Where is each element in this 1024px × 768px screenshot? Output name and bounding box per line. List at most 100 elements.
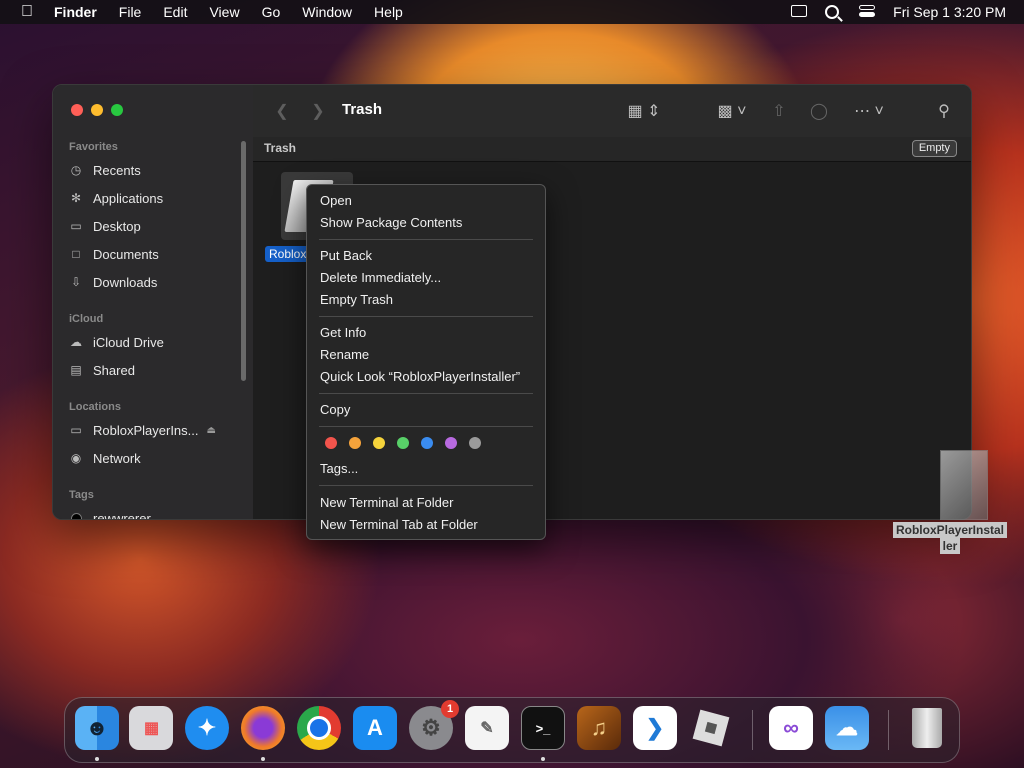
roblox-icon[interactable] xyxy=(689,706,733,750)
sidebar-item-disk-image[interactable]: ▭ RobloxPlayerIns... ⏏ xyxy=(69,419,216,441)
zoom-button[interactable] xyxy=(111,104,123,116)
trash-icon[interactable] xyxy=(905,706,949,750)
menu-item-copy[interactable]: Copy xyxy=(320,400,350,420)
tag-color-row xyxy=(325,437,481,449)
textedit-icon[interactable]: ✎ xyxy=(465,706,509,750)
desktop-icon: ▭ xyxy=(70,219,82,233)
sidebar-section-icloud: iCloud xyxy=(69,313,104,325)
app-store-icon[interactable]: A xyxy=(353,706,397,750)
tag-gray-dot[interactable] xyxy=(469,437,481,449)
tag-icon[interactable]: ◯ xyxy=(809,100,829,122)
menu-item-new-terminal-tab[interactable]: New Terminal Tab at Folder xyxy=(320,515,478,535)
desktop-file-label[interactable]: RobloxPlayerInstal ler xyxy=(891,522,1009,554)
running-indicator xyxy=(541,757,545,761)
share-icon[interactable]: ⇧ xyxy=(769,100,789,122)
safari-icon[interactable]: ✦ xyxy=(185,706,229,750)
sidebar-item-applications[interactable]: ✻ Applications xyxy=(69,187,163,209)
firefox-icon[interactable] xyxy=(241,706,285,750)
menu-help[interactable]: Help xyxy=(363,4,414,20)
disk-icon: ▭ xyxy=(70,423,82,437)
globe-icon: ◉ xyxy=(70,451,82,465)
menu-item-quick-look[interactable]: Quick Look “RobloxPlayerInstaller” xyxy=(320,367,520,387)
menu-separator xyxy=(319,316,533,317)
tag-red-dot[interactable] xyxy=(325,437,337,449)
chrome-icon[interactable] xyxy=(297,706,341,750)
control-center-icon[interactable] xyxy=(859,5,877,19)
tag-purple-dot[interactable] xyxy=(445,437,457,449)
finder-icon[interactable]: ☻ xyxy=(75,706,119,750)
menu-item-get-info[interactable]: Get Info xyxy=(320,323,366,343)
apple-icon[interactable]:  xyxy=(0,3,54,21)
sidebar: Favorites ◷ Recents ✻ Applications ▭ Deskto… xyxy=(53,85,253,519)
menu-item-delete-immediately[interactable]: Delete Immediately... xyxy=(320,268,441,288)
sidebar-item-shared[interactable]: ▤ Shared xyxy=(69,359,135,381)
menu-separator xyxy=(319,485,533,486)
spotlight-icon[interactable] xyxy=(825,5,843,19)
menu-file[interactable]: File xyxy=(108,4,153,20)
icon-view-icon[interactable]: ▦ ⇕ xyxy=(625,100,663,122)
path-label: Trash xyxy=(264,141,297,155)
more-actions-icon[interactable]: ⋯ ˅ xyxy=(849,100,889,122)
sidebar-item-downloads[interactable]: ⇩ Downloads xyxy=(69,271,157,293)
weather-icon[interactable]: ☁ xyxy=(825,706,869,750)
sidebar-item-icloud-drive[interactable]: ☁ iCloud Drive xyxy=(69,331,164,353)
menu-app-name[interactable]: Finder xyxy=(54,4,108,20)
applications-icon: ✻ xyxy=(70,191,82,205)
running-indicator xyxy=(95,757,99,761)
menu-window[interactable]: Window xyxy=(291,4,363,20)
eject-icon[interactable]: ⏏ xyxy=(207,425,216,436)
forward-icon[interactable]: ❯ xyxy=(309,100,327,122)
clock-icon: ◷ xyxy=(70,163,82,177)
toolbar: ❮ ❯ Trash ▦ ⇕ ▩ ˅ ⇧ ◯ ⋯ ˅ ⚲ xyxy=(253,85,971,138)
menu-item-new-terminal[interactable]: New Terminal at Folder xyxy=(320,493,453,513)
visual-studio-icon[interactable]: ∞ xyxy=(769,706,813,750)
tag-yellow-dot[interactable] xyxy=(373,437,385,449)
vscode-icon[interactable]: ❯ xyxy=(633,706,677,750)
terminal-icon[interactable]: >_ xyxy=(521,706,565,750)
running-indicator xyxy=(261,757,265,761)
sidebar-item-recents[interactable]: ◷ Recents xyxy=(69,159,141,181)
menu-clock[interactable]: Fri Sep 1 3:20 PM xyxy=(893,4,1006,20)
sidebar-scrollbar[interactable] xyxy=(241,141,246,381)
sidebar-item-desktop[interactable]: ▭ Desktop xyxy=(69,215,140,237)
group-icon[interactable]: ▩ ˅ xyxy=(713,100,751,122)
menu-item-tags[interactable]: Tags... xyxy=(320,459,358,479)
screen-mirroring-icon[interactable] xyxy=(791,5,809,19)
menu-item-rename[interactable]: Rename xyxy=(320,345,369,365)
empty-button[interactable]: Empty xyxy=(911,140,957,157)
file-name-label[interactable]: Roblox xyxy=(265,246,311,262)
sidebar-item-network[interactable]: ◉ Network xyxy=(69,447,141,469)
dock: ☻ ▦ ✦ A ⚙ 1 ✎ >_ ♫ ❯ ∞ ☁ xyxy=(64,697,960,763)
minimize-button[interactable] xyxy=(91,104,103,116)
back-icon[interactable]: ❮ xyxy=(273,100,291,122)
system-settings-icon[interactable]: ⚙ 1 xyxy=(409,700,459,750)
sidebar-section-tags: Tags xyxy=(69,489,94,501)
sidebar-section-favorites: Favorites xyxy=(69,141,118,153)
dock-separator xyxy=(752,710,753,750)
notification-badge: 1 xyxy=(441,700,459,718)
close-button[interactable] xyxy=(71,104,83,116)
dock-separator xyxy=(888,710,889,750)
menu-item-open[interactable]: Open xyxy=(320,191,352,211)
launchpad-icon[interactable]: ▦ xyxy=(129,706,173,750)
tag-dot-icon xyxy=(69,511,83,519)
context-menu: Open Show Package Contents Put Back Dele… xyxy=(306,184,546,540)
menu-item-put-back[interactable]: Put Back xyxy=(320,246,372,266)
garageband-icon[interactable]: ♫ xyxy=(577,706,621,750)
menu-separator xyxy=(319,426,533,427)
sidebar-item-documents[interactable]: □ Documents xyxy=(69,243,158,265)
tag-orange-dot[interactable] xyxy=(349,437,361,449)
window-title: Trash xyxy=(342,101,383,118)
tag-green-dot[interactable] xyxy=(397,437,409,449)
download-icon: ⇩ xyxy=(70,275,82,289)
path-bar: Trash Empty xyxy=(253,137,971,162)
menu-item-empty-trash[interactable]: Empty Trash xyxy=(320,290,393,310)
sidebar-item-tag[interactable]: rewwrerer xyxy=(69,507,151,519)
menu-edit[interactable]: Edit xyxy=(152,4,198,20)
desktop-file-icon[interactable] xyxy=(940,450,988,520)
menu-item-show-package-contents[interactable]: Show Package Contents xyxy=(320,213,462,233)
search-icon[interactable]: ⚲ xyxy=(933,100,955,122)
menu-go[interactable]: Go xyxy=(251,4,292,20)
tag-blue-dot[interactable] xyxy=(421,437,433,449)
menu-view[interactable]: View xyxy=(198,4,250,20)
